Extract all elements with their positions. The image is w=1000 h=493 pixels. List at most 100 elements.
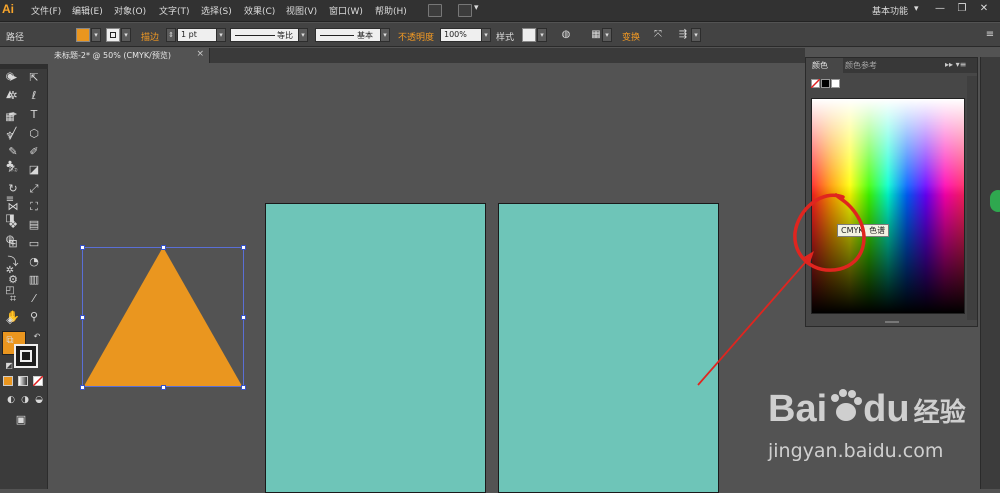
brushes-icon[interactable]: ♆	[2, 130, 18, 144]
isolate-icon[interactable]: ⇶	[676, 28, 690, 42]
fill-dropdown[interactable]: ▾	[91, 28, 101, 42]
draw-inside-icon[interactable]: ◒	[30, 392, 48, 409]
none-swatch-icon[interactable]	[811, 79, 820, 88]
menu-select[interactable]: 选择(S)	[201, 4, 232, 17]
chevron-down-icon[interactable]: ▾	[380, 28, 390, 42]
black-swatch[interactable]	[821, 79, 830, 88]
screen-mode-icon[interactable]: ▣	[12, 411, 30, 428]
gradient-panel-icon[interactable]: ◨	[2, 212, 18, 226]
none-mode-icon[interactable]	[33, 376, 43, 386]
swap-colors-icon[interactable]: ↶	[28, 328, 46, 345]
resize-handle[interactable]	[80, 245, 85, 250]
chevron-down-icon[interactable]: ▾	[914, 4, 919, 14]
chevron-down-icon[interactable]: ▾	[298, 28, 308, 42]
scale-tool-icon[interactable]: ⤢	[25, 180, 43, 197]
blend-tool-icon[interactable]: ◔	[25, 253, 43, 270]
appearance-icon[interactable]: ✲	[2, 264, 18, 278]
default-colors-icon[interactable]: ◩	[0, 357, 18, 374]
pencil-icon[interactable]: ✐	[25, 143, 43, 160]
slice-tool-icon[interactable]: ⁄	[25, 290, 43, 307]
panel-menu-icon[interactable]: ≡	[983, 28, 997, 42]
menu-file[interactable]: 文件(F)	[31, 4, 61, 17]
brush-definition[interactable]: 基本	[315, 28, 383, 42]
green-badge	[990, 190, 1000, 212]
stroke-weight-field[interactable]: 1 pt	[177, 28, 217, 42]
stroke-label[interactable]: 描边	[141, 30, 159, 43]
swatches-icon[interactable]: ▦	[2, 111, 18, 125]
direct-selection-tool-icon[interactable]: ⇱	[25, 69, 43, 86]
stroke-panel-icon[interactable]: ≡	[2, 193, 18, 207]
polygon-tool-icon[interactable]: ⬡	[25, 125, 43, 142]
menu-help[interactable]: 帮助(H)	[375, 4, 407, 17]
brush-label: 基本	[357, 31, 373, 40]
resize-handle[interactable]	[80, 315, 85, 320]
color-picker-icon[interactable]: ◉	[2, 70, 18, 84]
fill-color-swatch[interactable]	[76, 28, 90, 42]
menu-edit[interactable]: 编辑(E)	[72, 4, 103, 17]
free-transform-icon[interactable]: ⛶	[25, 198, 43, 215]
color-mode-icon[interactable]	[3, 376, 13, 386]
chevron-down-icon[interactable]: ▾	[216, 28, 226, 42]
menu-type[interactable]: 文字(T)	[159, 4, 190, 17]
stroke-weight-stepper[interactable]: ⇕	[166, 28, 176, 42]
eraser-icon[interactable]: ◪	[25, 161, 43, 178]
resize-handle[interactable]	[161, 245, 166, 250]
resize-handle[interactable]	[241, 245, 246, 250]
resize-handle[interactable]	[241, 315, 246, 320]
selection-bounding-box	[82, 247, 244, 387]
minimize-button[interactable]: —	[932, 2, 948, 16]
menu-effect[interactable]: 效果(C)	[244, 4, 275, 17]
panel-scrollbar[interactable]	[967, 76, 977, 320]
zoom-tool-icon[interactable]: ⚲	[25, 308, 43, 325]
perspective-grid-icon[interactable]: ▤	[25, 216, 43, 233]
chevron-down-icon[interactable]: ▾	[691, 28, 701, 42]
menu-view[interactable]: 视图(V)	[286, 4, 317, 17]
menu-window[interactable]: 窗口(W)	[329, 4, 363, 17]
transform-label[interactable]: 变换	[622, 30, 640, 43]
document-tab[interactable]: 未标题-2* @ 50% (CMYK/预览) ×	[48, 48, 210, 63]
tab-color[interactable]: 颜色	[806, 58, 843, 73]
transform-each-icon[interactable]: ⤧	[651, 28, 665, 42]
lasso-icon[interactable]: ℓ	[25, 87, 43, 104]
workspace-switcher[interactable]: 基本功能	[872, 4, 908, 17]
chevron-down-icon[interactable]: ▾	[474, 3, 479, 13]
arrange-documents-icon[interactable]	[458, 4, 472, 17]
paintbrush-icon[interactable]: ✎	[4, 143, 22, 160]
maximize-button[interactable]: ❐	[954, 2, 970, 16]
baidu-watermark: Bai du 经验 jingyan.baidu.com	[760, 378, 966, 468]
resize-handle[interactable]	[161, 385, 166, 390]
resize-handle[interactable]	[80, 385, 85, 390]
transparency-icon[interactable]: ◍	[2, 233, 18, 247]
column-graph-icon[interactable]: ▥	[25, 271, 43, 288]
color-guide-icon[interactable]: ◭	[2, 88, 18, 102]
tab-color-guide[interactable]: 颜色参考	[845, 58, 877, 73]
panel-controls[interactable]: ▸▸ ▾≡	[945, 60, 966, 69]
gradient-mode-icon[interactable]	[18, 376, 28, 386]
artboard-1[interactable]	[265, 203, 486, 493]
chevron-down-icon[interactable]: ▾	[481, 28, 491, 42]
graphic-style-swatch[interactable]	[522, 28, 536, 42]
menu-object[interactable]: 对象(O)	[114, 4, 146, 17]
chevron-down-icon[interactable]: ▾	[602, 28, 612, 42]
gradient-tool-icon[interactable]: ▭	[25, 235, 43, 252]
symbols-icon[interactable]: ♣	[2, 159, 18, 173]
opacity-field[interactable]: 100%	[440, 28, 482, 42]
close-icon[interactable]: ×	[196, 49, 204, 59]
recolor-artwork-icon[interactable]: ◍	[559, 28, 573, 42]
artboard-2[interactable]	[498, 203, 719, 493]
resize-handle[interactable]	[241, 385, 246, 390]
align-icon[interactable]: ▦	[589, 28, 603, 42]
chevron-down-icon[interactable]: ▾	[537, 28, 547, 42]
stroke-color-swatch[interactable]	[106, 28, 120, 42]
variable-width-profile[interactable]: 等比	[230, 28, 308, 42]
layers-icon[interactable]: ◈	[2, 314, 18, 328]
stroke-dropdown[interactable]: ▾	[121, 28, 131, 42]
graphic-styles-icon[interactable]: ◰	[2, 284, 18, 298]
close-button[interactable]: ✕	[976, 2, 992, 16]
bridge-icon[interactable]	[428, 4, 442, 17]
resize-grip[interactable]	[885, 321, 899, 323]
white-swatch[interactable]	[831, 79, 840, 88]
opacity-label[interactable]: 不透明度	[398, 30, 434, 43]
artboards-icon[interactable]: ⧉	[2, 334, 18, 348]
type-tool-icon[interactable]: T	[25, 106, 43, 123]
